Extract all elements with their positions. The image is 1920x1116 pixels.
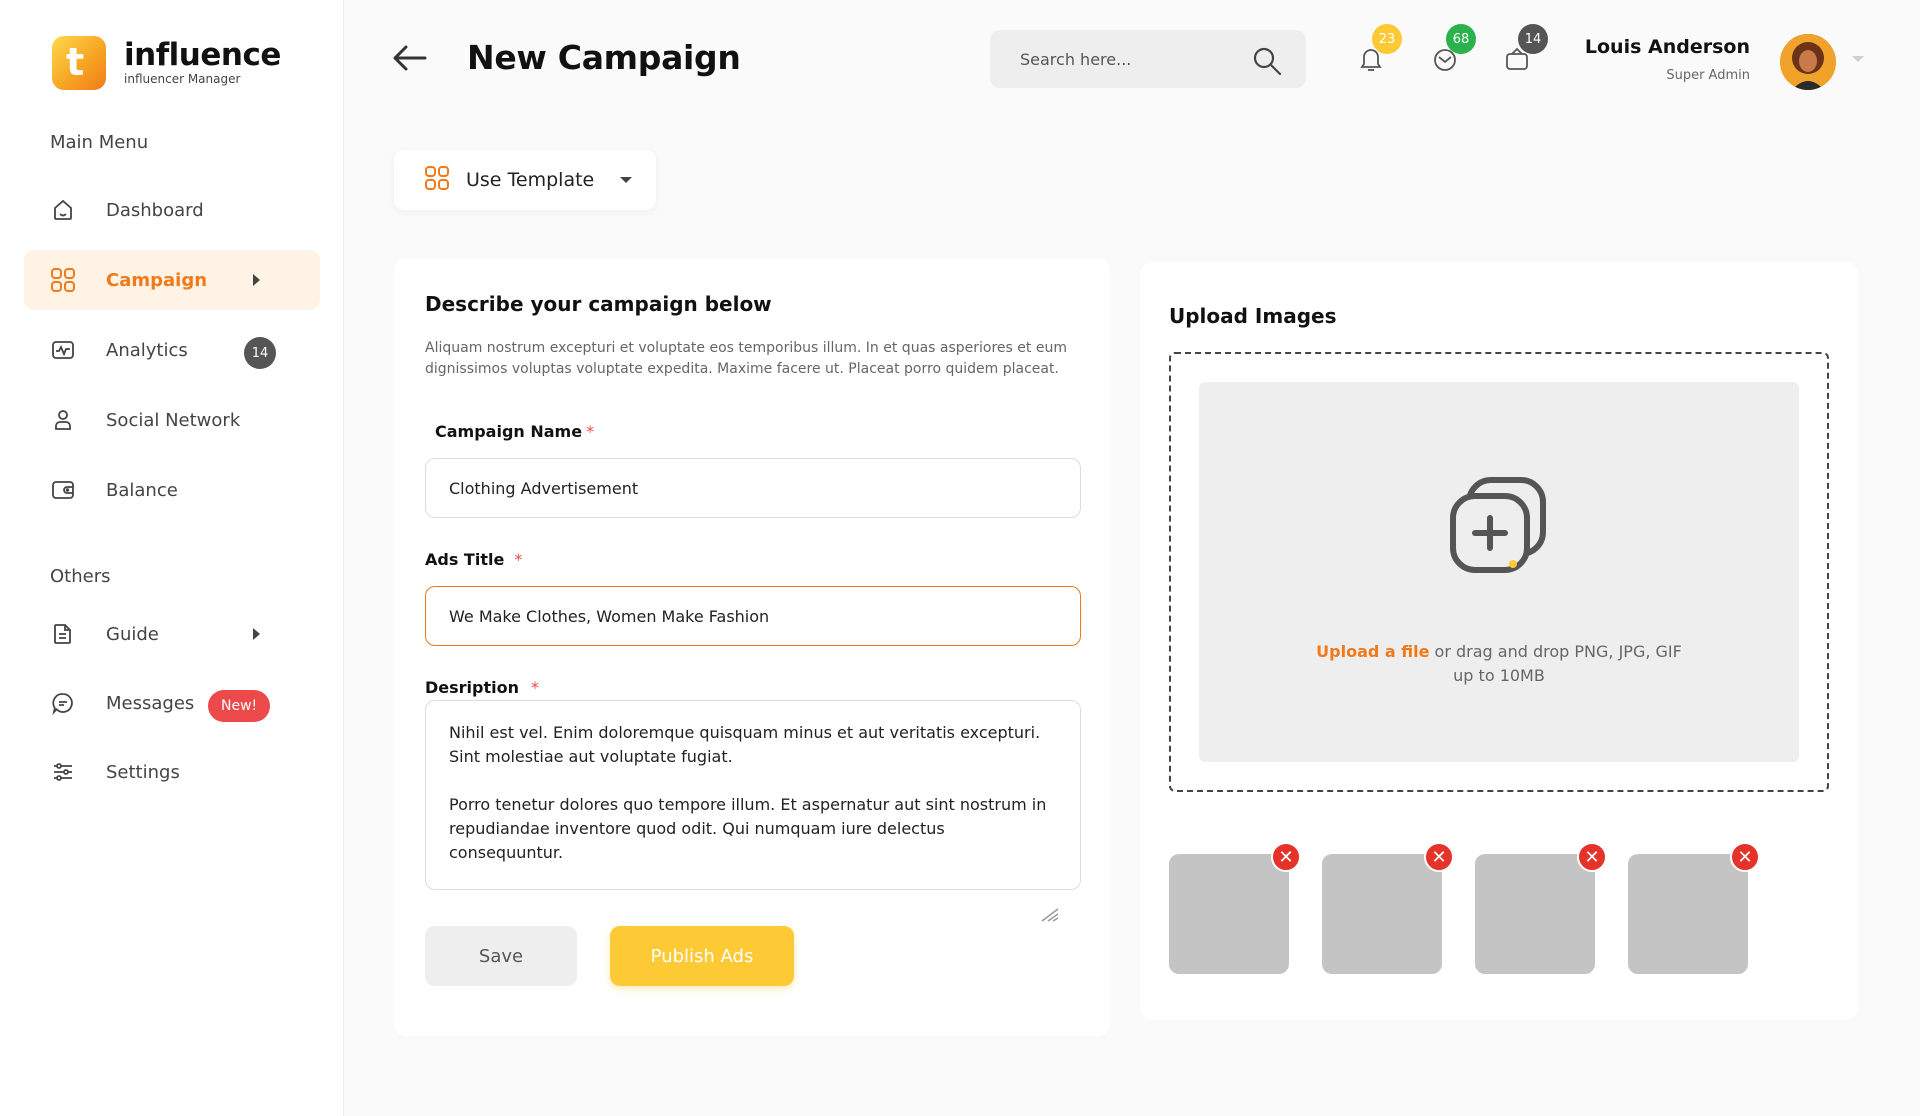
save-button[interactable]: Save [425,926,577,986]
chevron-right-icon [253,274,260,286]
chevron-down-icon [620,177,632,183]
user-name[interactable]: Louis Anderson [1585,36,1750,58]
analytics-count-badge: 14 [244,337,276,369]
image-thumbnail[interactable]: ✕ [1628,842,1760,974]
form-description: Aliquam nostrum excepturi et voluptate e… [425,340,1067,377]
chevron-down-icon[interactable] [1852,56,1864,62]
sidebar-item-label: Messages [106,692,195,714]
sidebar-item-messages[interactable]: Messages New! [24,673,320,733]
cart-badge: 14 [1518,24,1548,54]
sidebar: t influence influencer Manager Main Menu… [0,0,344,1116]
dropzone-hint: Upload a file or drag and drop PNG, JPG,… [1316,642,1682,685]
sidebar-item-label: Settings [106,761,180,783]
user-icon [50,407,76,433]
grid-icon [50,267,76,293]
sidebar-item-label: Campaign [106,269,208,291]
sidebar-item-label: Social Network [106,409,241,431]
sidebar-item-campaign[interactable]: Campaign [24,250,320,310]
search-box[interactable] [990,30,1306,88]
campaign-form-card: Describe your campaign below Aliquam nos… [394,258,1110,1036]
app-name: influence [124,37,281,73]
app-tagline: influencer Manager [124,72,241,86]
document-icon [50,621,76,647]
logo-icon: t [52,36,106,90]
activity-icon [50,337,76,363]
page-title: New Campaign [467,38,741,77]
avatar[interactable] [1780,34,1836,90]
campaign-name-input[interactable] [425,458,1081,518]
ads-title-input[interactable] [425,586,1081,646]
dropzone-area[interactable]: Upload a file or drag and drop PNG, JPG,… [1199,382,1799,762]
user-role: Super Admin [1666,68,1750,83]
image-thumbnail[interactable]: ✕ [1322,842,1454,974]
image-thumbnail[interactable]: ✕ [1475,842,1607,974]
sidebar-item-social-network[interactable]: Social Network [24,390,320,450]
notifications-badge: 23 [1372,24,1402,54]
messages-badge: 68 [1446,24,1476,54]
sidebar-item-dashboard[interactable]: Dashboard [24,180,320,240]
upload-file-link[interactable]: Upload a file [1316,642,1429,661]
chevron-right-icon [253,628,260,640]
main-menu-heading: Main Menu [50,132,149,153]
campaign-name-label: Campaign Name * [435,422,595,441]
image-dropzone[interactable]: Upload a file or drag and drop PNG, JPG,… [1169,352,1829,792]
ads-title-label: Ads Title * [425,550,523,569]
sidebar-item-label: Balance [106,479,178,501]
form-title: Describe your campaign below [425,292,772,316]
sidebar-item-label: Analytics [106,339,188,361]
search-icon[interactable] [1252,46,1282,76]
remove-image-icon[interactable]: ✕ [1577,842,1607,872]
sliders-icon [50,759,76,785]
remove-image-icon[interactable]: ✕ [1271,842,1301,872]
others-heading: Others [50,566,111,587]
sidebar-item-analytics[interactable]: Analytics 14 [24,320,320,380]
image-thumbnail[interactable]: ✕ [1169,842,1301,974]
sidebar-item-balance[interactable]: Balance [24,460,320,520]
resize-handle-icon[interactable] [1040,906,1060,922]
wallet-icon [50,477,76,503]
new-badge: New! [208,690,271,722]
chat-icon [50,690,76,716]
sidebar-item-settings[interactable]: Settings [24,742,320,802]
search-input[interactable] [1020,49,1240,69]
grid-icon [424,165,450,195]
publish-ads-button[interactable]: Publish Ads [610,926,794,986]
use-template-dropdown[interactable]: Use Template [394,150,656,210]
description-label: Desription * [425,678,539,697]
upload-title: Upload Images [1169,304,1337,328]
sidebar-item-guide[interactable]: Guide [24,604,320,664]
template-label: Use Template [466,169,595,191]
home-icon [50,197,76,223]
remove-image-icon[interactable]: ✕ [1730,842,1760,872]
sidebar-item-label: Guide [106,623,159,645]
remove-image-icon[interactable]: ✕ [1424,842,1454,872]
description-textarea[interactable]: Nihil est vel. Enim doloremque quisquam … [425,700,1081,890]
add-image-icon [1445,472,1553,580]
app-logo[interactable]: t influence influencer Manager [52,36,281,90]
sidebar-item-label: Dashboard [106,199,204,221]
upload-images-card: Upload Images Upload a file or drag and … [1140,262,1858,1020]
back-arrow-icon[interactable] [392,44,428,72]
